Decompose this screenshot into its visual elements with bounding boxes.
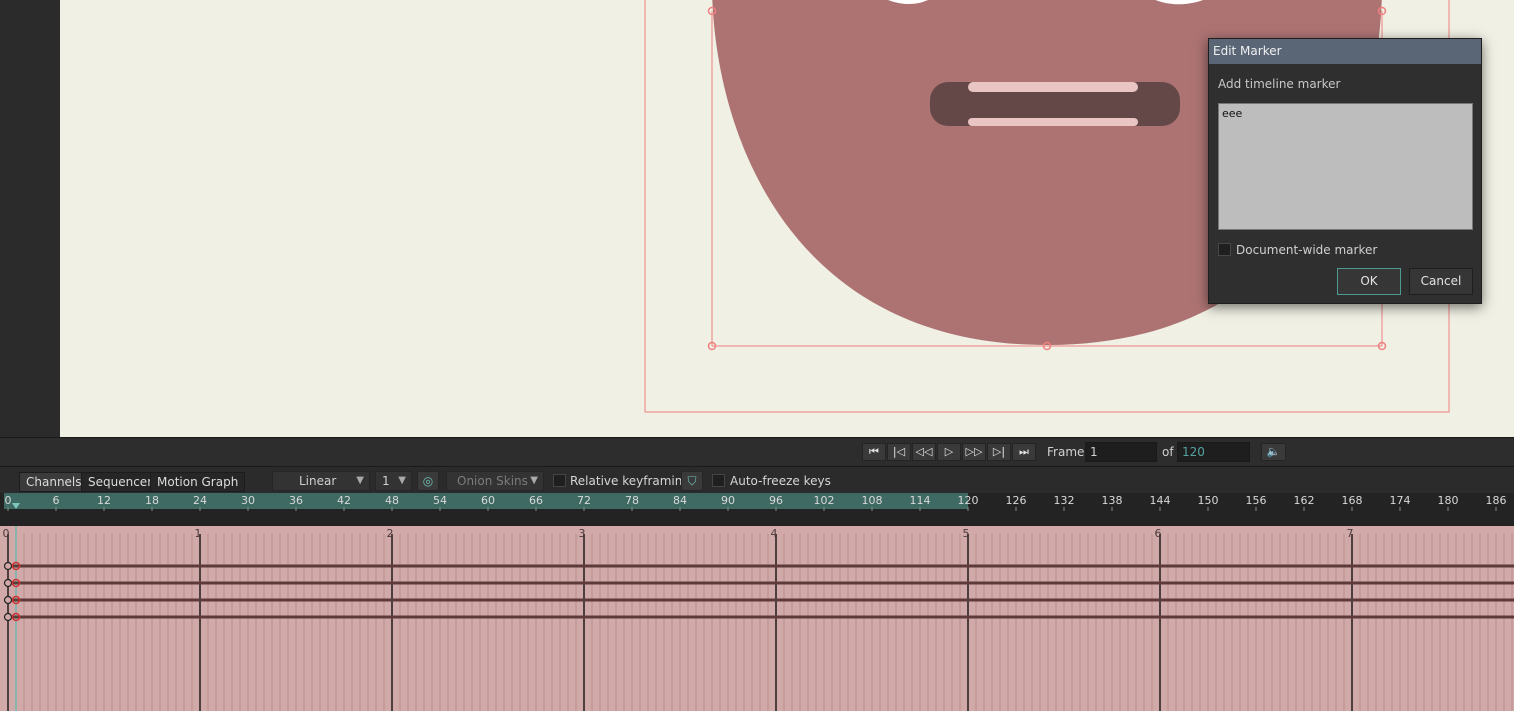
frame-label: Frame — [1047, 445, 1085, 459]
timeline-tracks[interactable]: 0 1 2 3 4 5 6 7 — [0, 526, 1514, 711]
prev-keyframe-icon[interactable]: |◁ — [887, 443, 911, 461]
second-label: 2 — [387, 527, 394, 540]
ruler-tick-label: 156 — [1246, 494, 1267, 507]
ruler-tick-label: 168 — [1342, 494, 1363, 507]
interpolation-value: Linear — [299, 474, 337, 488]
ruler-tick-label: 144 — [1150, 494, 1171, 507]
play-icon[interactable]: ▷ — [937, 443, 961, 461]
upper-teeth — [968, 82, 1138, 92]
ruler-tick-label: 72 — [577, 494, 591, 507]
ruler-tick-label: 132 — [1054, 494, 1075, 507]
ruler-tick-label: 78 — [625, 494, 639, 507]
ruler-tick-label: 162 — [1294, 494, 1315, 507]
tools-panel — [0, 0, 60, 437]
ruler-tick-label: 84 — [673, 494, 687, 507]
second-label: 5 — [963, 527, 970, 540]
onion-skins-label: Onion Skins — [457, 474, 528, 488]
ruler-tick-label: 42 — [337, 494, 351, 507]
ruler-tick-label: 114 — [910, 494, 931, 507]
ruler-tick-label: 24 — [193, 494, 207, 507]
ruler-tick-label: 120 — [958, 494, 979, 507]
second-label: 6 — [1155, 527, 1162, 540]
ruler-tick-label: 18 — [145, 494, 159, 507]
playhead-icon[interactable] — [12, 503, 20, 509]
speaker-icon[interactable]: 🔈 — [1261, 443, 1286, 461]
tab-sequencer[interactable]: Sequencer — [81, 472, 160, 492]
auto-freeze-checkbox[interactable] — [712, 474, 725, 487]
ruler-tick-label: 150 — [1198, 494, 1219, 507]
ruler-tick-label: 36 — [289, 494, 303, 507]
cancel-button[interactable]: Cancel — [1409, 268, 1473, 295]
jump-start-icon[interactable]: ⏮ — [862, 443, 886, 461]
interpolation-select[interactable]: Linear ▼ — [272, 471, 370, 491]
total-frames-input[interactable]: 120 — [1177, 442, 1250, 462]
ruler-tick-label: 186 — [1486, 494, 1507, 507]
step-select[interactable]: 1 ▼ — [375, 471, 412, 491]
ruler-tick-label: 12 — [97, 494, 111, 507]
ruler-tick-label: 96 — [769, 494, 783, 507]
ok-button[interactable]: OK — [1337, 268, 1401, 295]
second-label: 7 — [1347, 527, 1354, 540]
second-label: 4 — [771, 527, 778, 540]
document-wide-checkbox[interactable] — [1218, 243, 1231, 256]
edit-marker-dialog: Edit Marker Add timeline marker eee Docu… — [1208, 38, 1482, 304]
ruler-tick-label: 60 — [481, 494, 495, 507]
keyframe-icon[interactable] — [3, 612, 13, 622]
dialog-prompt: Add timeline marker — [1218, 77, 1341, 91]
app-window: ⏮ |◁ ◁◁ ▷ ▷▷ ▷| ⏭ Frame 1 of 120 🔈 Chann… — [0, 0, 1514, 711]
ruler-tick-label: 66 — [529, 494, 543, 507]
second-label: 3 — [579, 527, 586, 540]
onion-skin-toggle-icon[interactable]: ◎ — [417, 471, 439, 491]
frame-ruler[interactable]: 0 6 12 18 24 30 36 42 48 54 60 66 72 78 84 90 96 102 108 11… — [0, 493, 1514, 526]
ruler-tick-label: 180 — [1438, 494, 1459, 507]
document-wide-label: Document-wide marker — [1236, 243, 1378, 257]
relative-keyframing-label: Relative keyframing — [570, 474, 690, 488]
of-label: of — [1162, 445, 1174, 459]
chevron-down-icon: ▼ — [530, 475, 538, 486]
second-label: 1 — [195, 527, 202, 540]
next-keyframe-icon[interactable]: ▷| — [987, 443, 1011, 461]
ruler-tick-label: 0 — [5, 494, 12, 507]
ruler-tick-label: 54 — [433, 494, 447, 507]
ruler-tick-label: 126 — [1006, 494, 1027, 507]
tab-channels[interactable]: Channels — [19, 472, 89, 492]
step-value: 1 — [382, 474, 390, 488]
relative-keyframing-checkbox[interactable] — [553, 474, 566, 487]
ruler-ticks: 0 6 12 18 24 30 36 42 48 54 60 66 72 78 84 90 96 102 108 11… — [5, 494, 1507, 511]
keyframe-icon[interactable] — [3, 578, 13, 588]
chevron-down-icon: ▼ — [398, 475, 406, 486]
ruler-tick-label: 102 — [814, 494, 835, 507]
ruler-tick-label: 30 — [241, 494, 255, 507]
ruler-tick-label: 174 — [1390, 494, 1411, 507]
step-forward-icon[interactable]: ▷▷ — [962, 443, 986, 461]
ruler-tick-label: 6 — [53, 494, 60, 507]
tab-motion-graph[interactable]: Motion Graph — [150, 472, 246, 492]
chevron-down-icon: ▼ — [356, 475, 364, 486]
marker-text-area[interactable]: eee — [1218, 103, 1473, 230]
ruler-tick-label: 108 — [862, 494, 883, 507]
shield-icon[interactable]: ⛉ — [681, 471, 703, 491]
auto-freeze-label: Auto-freeze keys — [730, 474, 831, 488]
timeline-toolbar: Channels Sequencer Motion Graph Linear ▼… — [0, 466, 1514, 493]
step-back-icon[interactable]: ◁◁ — [912, 443, 936, 461]
keyframe-icon[interactable] — [3, 561, 13, 571]
second-label: 0 — [3, 527, 10, 540]
ruler-tick-label: 138 — [1102, 494, 1123, 507]
lower-teeth — [968, 118, 1138, 126]
jump-end-icon[interactable]: ⏭ — [1012, 443, 1036, 461]
transport-bar: ⏮ |◁ ◁◁ ▷ ▷▷ ▷| ⏭ Frame 1 of 120 🔈 — [0, 437, 1514, 465]
ruler-tick-label: 90 — [721, 494, 735, 507]
keyframe-icon[interactable] — [3, 595, 13, 605]
track-grid: 0 1 2 3 4 5 6 7 — [3, 526, 1514, 711]
ruler-tick-label: 48 — [385, 494, 399, 507]
dialog-title: Edit Marker — [1209, 39, 1481, 64]
onion-skins-select[interactable]: Onion Skins ▼ — [446, 471, 544, 491]
frame-input[interactable]: 1 — [1085, 442, 1157, 462]
